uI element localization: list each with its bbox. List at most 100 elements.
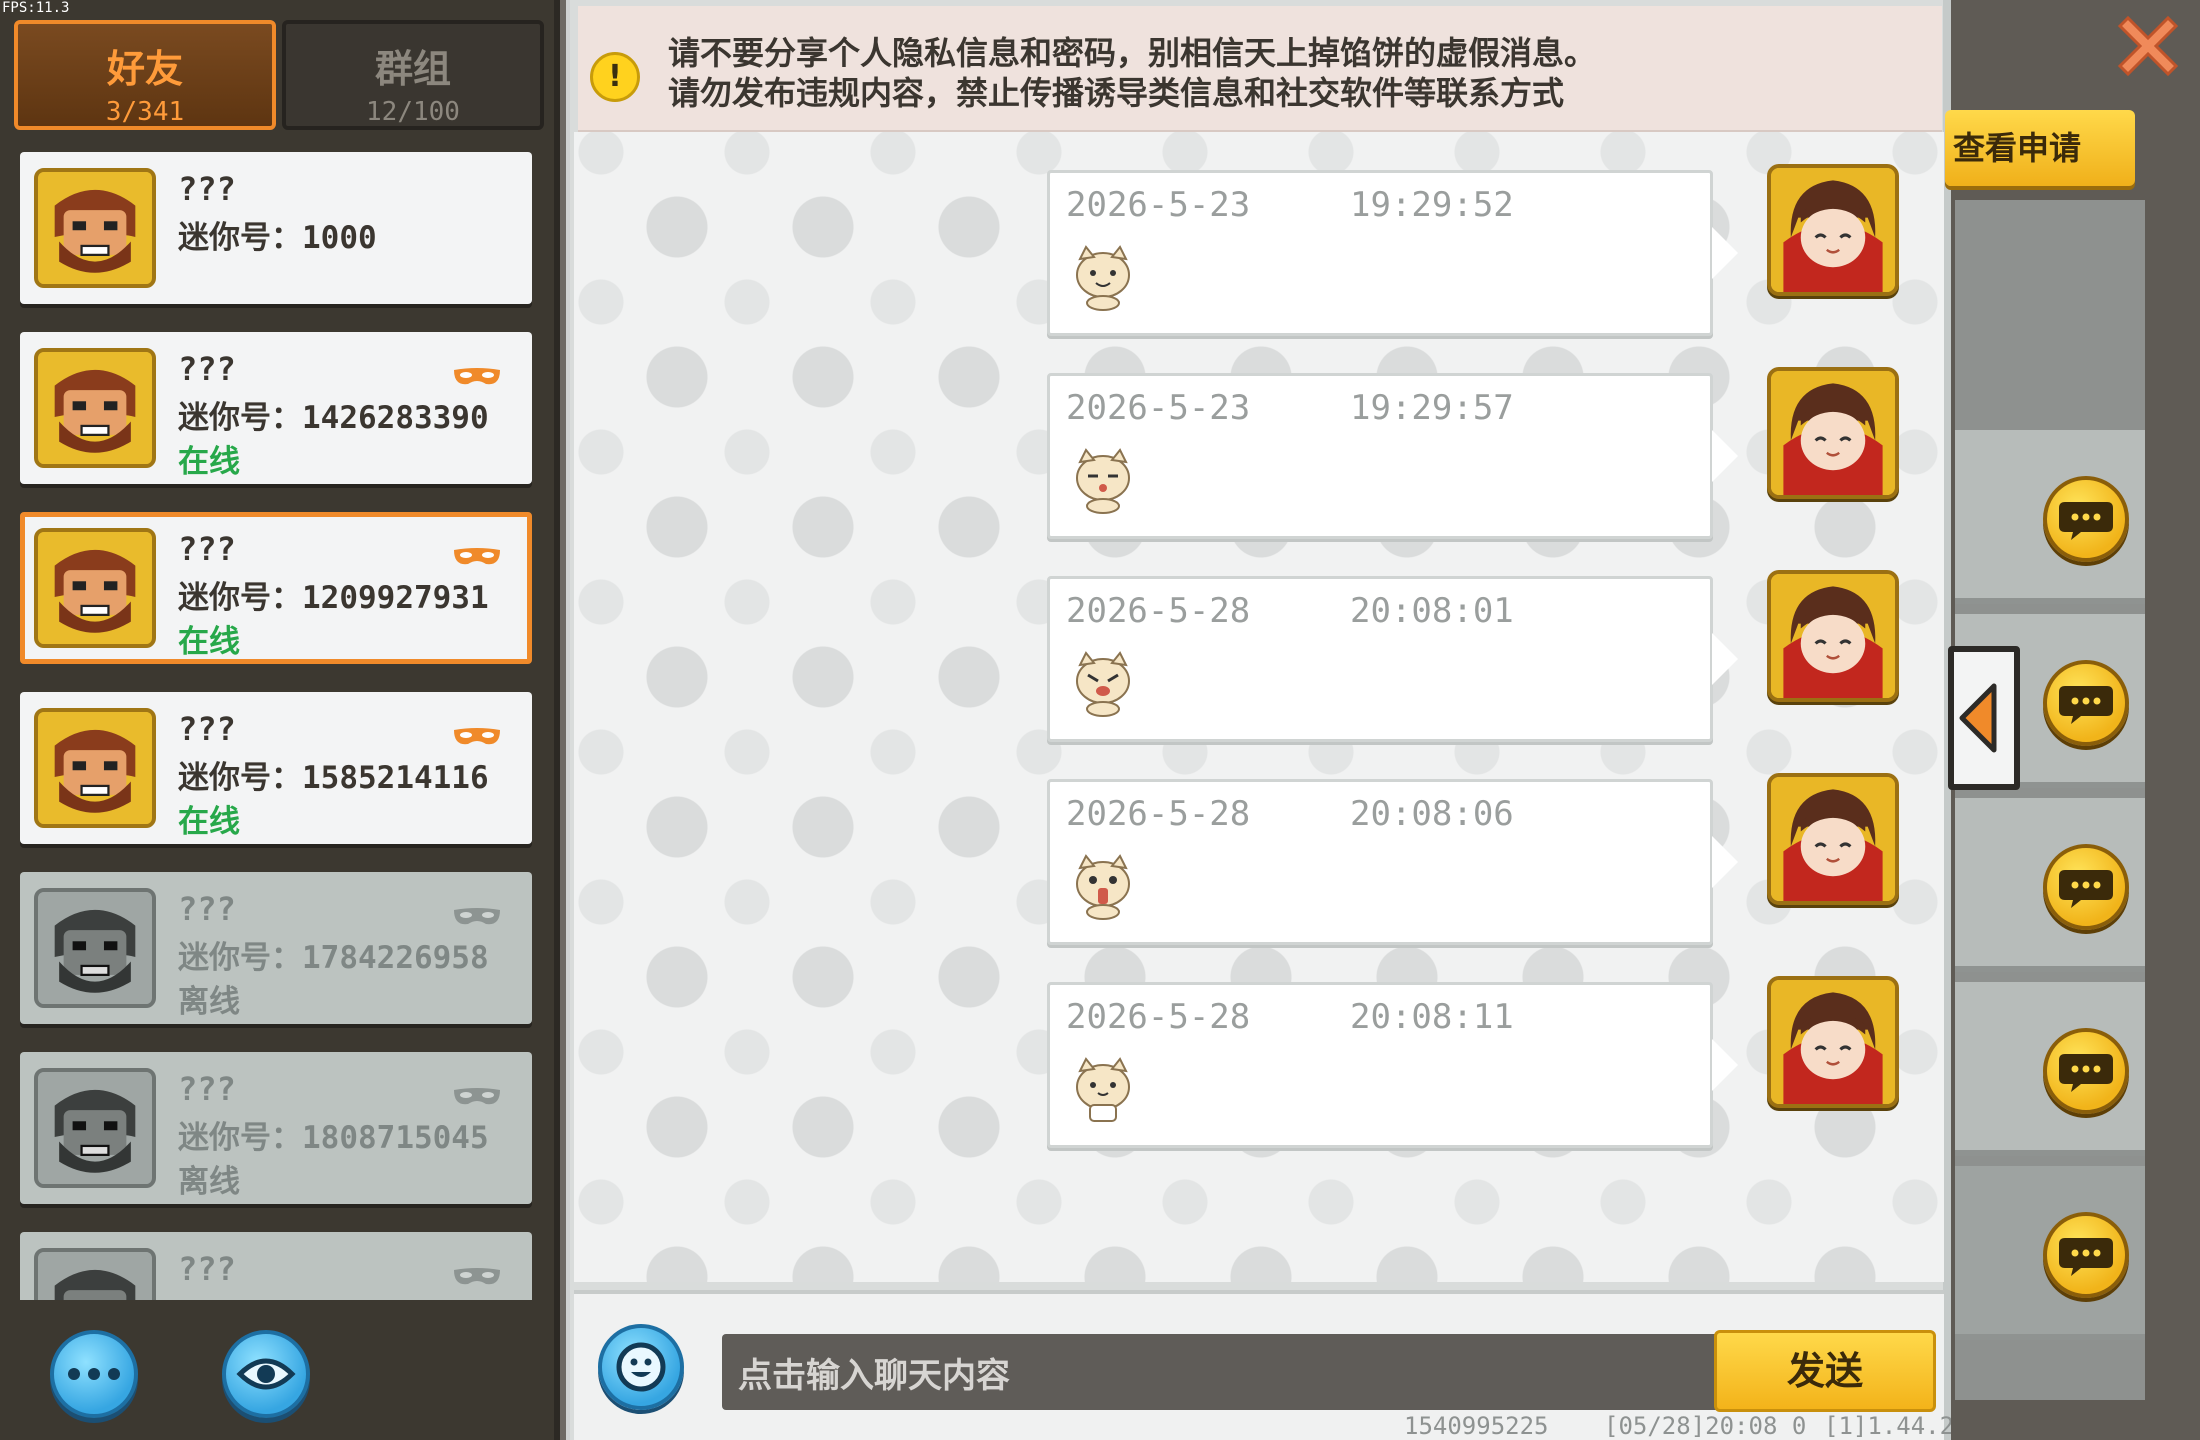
visibility-button[interactable]: [222, 1330, 310, 1418]
friend-name: ???: [178, 350, 236, 388]
friend-id-label: 迷你号：: [178, 220, 302, 256]
chat-bubble-icon[interactable]: [2043, 844, 2129, 930]
right-list-row[interactable]: [1955, 982, 2145, 1156]
friend-name: ???: [178, 1250, 236, 1288]
sender-avatar[interactable]: [1767, 367, 1899, 499]
footer-version: [1]1.44.2: [1824, 1412, 1955, 1440]
avatar: [34, 168, 156, 288]
sender-avatar[interactable]: [1767, 570, 1899, 702]
friend-id-number: 1426283390: [302, 400, 489, 436]
sender-avatar[interactable]: [1767, 164, 1899, 296]
chat-message[interactable]: 2026-5-23 19:29:52: [1047, 170, 1738, 336]
sender-avatar[interactable]: [1767, 773, 1899, 905]
friend-id: 迷你号：1426283390: [178, 392, 489, 437]
friend-id-label: 迷你号：: [178, 400, 302, 436]
collapse-arrow-icon: [1959, 683, 1997, 753]
mask-icon: [454, 368, 500, 385]
message-time: 19:29:52: [1350, 185, 1514, 225]
friend-list[interactable]: ??? 迷你号：1000 ??? 迷你号：1426283390 在线 ??? 迷…: [16, 148, 536, 1300]
message-time: 20:08:06: [1350, 794, 1514, 834]
friend-id: 迷你号：1585214116: [178, 752, 489, 797]
friend-name: ???: [178, 890, 236, 928]
message-time: 19:29:57: [1350, 388, 1514, 428]
mask-icon: [454, 1268, 500, 1285]
friends-panel: 好友 3/341 群组 12/100 ??? 迷你号：1000 ??? 迷你号：…: [0, 0, 560, 1440]
chat-bubble-icon[interactable]: [2043, 1028, 2129, 1114]
message-date: 2026-5-23: [1066, 388, 1251, 428]
right-list-row[interactable]: [1955, 1166, 2145, 1340]
friend-id: 迷你号：1000: [178, 212, 377, 257]
tab-groups[interactable]: 群组 12/100: [282, 20, 544, 130]
friend-id-number: 1808715045: [302, 1120, 489, 1156]
more-icon: [68, 1368, 120, 1380]
friend-id-number: 1585214116: [302, 760, 489, 796]
friend-id: 迷你号：1808715045: [178, 1112, 489, 1157]
friend-id-label: 迷你号：: [178, 940, 302, 976]
friend-list-item[interactable]: ??? 迷你号：1784226958 离线: [20, 872, 532, 1024]
cat-sticker-icon: [1076, 448, 1130, 514]
tab-friends-label: 好友: [106, 47, 183, 91]
safety-notice: ! 请不要分享个人隐私信息和密码，别相信天上掉馅饼的虚假消息。 请勿发布违规内容…: [578, 6, 1942, 132]
friend-id-label: 迷你号：: [178, 1120, 302, 1156]
friend-list-item[interactable]: ???: [20, 1232, 532, 1300]
tab-friends[interactable]: 好友 3/341: [14, 20, 276, 130]
message-date: 2026-5-23: [1066, 185, 1251, 225]
friend-name: ???: [178, 170, 236, 208]
friend-id-label: 迷你号：: [178, 760, 302, 796]
message-date: 2026-5-28: [1066, 997, 1251, 1037]
emoji-button[interactable]: [598, 1324, 684, 1410]
friend-list-item[interactable]: ??? 迷你号：1000: [20, 152, 532, 304]
chat-message[interactable]: 2026-5-28 20:08:01: [1047, 576, 1738, 742]
friend-name: ???: [178, 1070, 236, 1108]
message-date: 2026-5-28: [1066, 794, 1251, 834]
message-time: 20:08:01: [1350, 591, 1514, 631]
cat-sticker-icon: [1076, 1057, 1130, 1122]
friend-list-item-selected[interactable]: ??? 迷你号：1209927931 在线: [20, 512, 532, 664]
chat-message[interactable]: 2026-5-28 20:08:11: [1047, 982, 1738, 1148]
mask-icon: [454, 728, 500, 745]
chat-message[interactable]: 2026-5-23 19:29:57: [1047, 373, 1738, 539]
tab-friends-count: 3/341: [105, 97, 185, 127]
mask-icon: [454, 548, 500, 565]
more-button[interactable]: [50, 1330, 138, 1418]
right-list-row[interactable]: [1955, 430, 2145, 604]
collapse-panel-button[interactable]: [1948, 646, 2020, 790]
friend-id-number: 1784226958: [302, 940, 489, 976]
mask-icon: [454, 908, 500, 925]
avatar: [34, 1068, 156, 1188]
friend-status: 离线: [178, 1164, 240, 1200]
friend-status: 离线: [178, 984, 240, 1020]
friend-list-item[interactable]: ??? 迷你号：1585214116 在线: [20, 692, 532, 844]
message-date: 2026-5-28: [1066, 591, 1251, 631]
friend-list-item[interactable]: ??? 迷你号：1808715045 离线: [20, 1052, 532, 1204]
sender-avatar[interactable]: [1767, 976, 1899, 1108]
close-icon[interactable]: [2110, 8, 2186, 84]
avatar: [34, 1248, 156, 1300]
avatar: [34, 528, 156, 648]
friend-list-item[interactable]: ??? 迷你号：1426283390 在线: [20, 332, 532, 484]
chat-bubble-icon[interactable]: [2043, 1212, 2129, 1298]
chat-panel: ! 请不要分享个人隐私信息和密码，别相信天上掉馅饼的虚假消息。 请勿发布违规内容…: [566, 0, 1955, 1440]
avatar: [34, 708, 156, 828]
chat-message[interactable]: 2026-5-28 20:08:06: [1047, 779, 1738, 945]
friend-id: 迷你号：1784226958: [178, 932, 489, 977]
tab-groups-label: 群组: [374, 47, 451, 91]
warning-icon: !: [590, 52, 640, 102]
right-list-row[interactable]: [1955, 798, 2145, 972]
footer-timestamp: [05/28]20:08 0: [1604, 1412, 1807, 1440]
chat-input[interactable]: 点击输入聊天内容: [722, 1334, 1722, 1410]
tab-groups-count: 12/100: [366, 97, 460, 127]
avatar: [34, 348, 156, 468]
friend-id-label: 迷你号：: [178, 580, 302, 616]
friend-name: ???: [178, 710, 236, 748]
cat-sticker-icon: [1076, 651, 1130, 717]
friend-status: 在线: [178, 444, 240, 480]
view-requests-button[interactable]: 查看申请: [1945, 110, 2135, 186]
friend-id-number: 1209927931: [302, 580, 489, 616]
chat-bubble-icon[interactable]: [2043, 660, 2129, 746]
send-button[interactable]: 发送: [1714, 1330, 1936, 1412]
cat-sticker-icon: [1076, 245, 1130, 311]
chat-bubble-icon[interactable]: [2043, 476, 2129, 562]
friend-name: ???: [178, 530, 236, 568]
fps-counter: FPS:11.3: [2, 0, 70, 16]
